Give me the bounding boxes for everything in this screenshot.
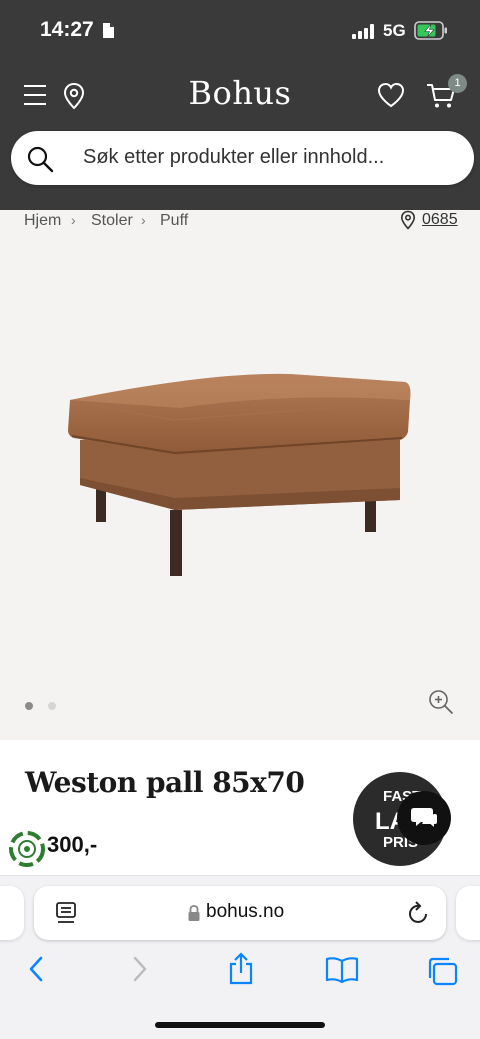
- location-pin-icon: [400, 210, 416, 235]
- previous-tab-preview[interactable]: [0, 886, 24, 940]
- breadcrumb: Hjem › Stoler › Puff 0685: [0, 210, 480, 250]
- gallery-dot[interactable]: [48, 702, 56, 710]
- top-bar: 14:27 5G Bohus 1 Søk etter produkter ell…: [0, 0, 480, 210]
- breadcrumb-home[interactable]: Hjem: [24, 212, 61, 230]
- brand-logo[interactable]: Bohus: [0, 74, 480, 112]
- share-icon[interactable]: [226, 952, 256, 991]
- reader-mode-icon[interactable]: [56, 901, 78, 930]
- chat-bubble-icon: [411, 808, 437, 827]
- reload-icon[interactable]: [407, 900, 431, 931]
- product-image[interactable]: [60, 360, 420, 595]
- chevron-right-icon: ›: [71, 212, 76, 228]
- forward-arrow-icon[interactable]: [130, 954, 150, 989]
- product-gallery[interactable]: [0, 250, 480, 740]
- gallery-dot-active[interactable]: [25, 702, 33, 710]
- eco-label-icon: [8, 830, 46, 873]
- document-icon: [102, 22, 115, 44]
- search-icon: [26, 145, 54, 178]
- next-tab-preview[interactable]: [456, 886, 480, 940]
- signal-icon: [352, 24, 376, 44]
- browser-toolbar: bohus.no: [0, 875, 480, 1039]
- zoom-icon[interactable]: [427, 688, 455, 721]
- tabs-icon[interactable]: [427, 956, 459, 991]
- status-time: 14:27: [40, 18, 94, 41]
- search-input[interactable]: Søk etter produkter eller innhold...: [83, 146, 384, 169]
- selected-store-link[interactable]: 0685: [422, 211, 458, 229]
- product-title: Weston pall 85x70: [25, 766, 305, 799]
- search-bar[interactable]: Søk etter produkter eller innhold...: [11, 131, 474, 185]
- address-bar[interactable]: bohus.no: [34, 886, 446, 940]
- back-arrow-icon[interactable]: [26, 954, 46, 989]
- product-price: 300,-: [47, 832, 98, 857]
- lock-icon: [187, 904, 201, 927]
- url-text[interactable]: bohus.no: [206, 901, 284, 923]
- battery-icon: [414, 21, 448, 45]
- breadcrumb-stoler[interactable]: Stoler: [91, 212, 133, 230]
- status-bar: 14:27 5G: [0, 0, 480, 64]
- network-type: 5G: [383, 21, 406, 40]
- wishlist-heart-icon[interactable]: [377, 82, 405, 113]
- site-header: Bohus 1: [0, 64, 480, 128]
- breadcrumb-puff[interactable]: Puff: [160, 212, 188, 230]
- chevron-right-icon: ›: [141, 212, 146, 228]
- cart-count-badge: 1: [448, 74, 467, 93]
- chat-button[interactable]: [397, 791, 451, 845]
- bookmarks-icon[interactable]: [325, 956, 359, 989]
- home-indicator: [155, 1022, 325, 1028]
